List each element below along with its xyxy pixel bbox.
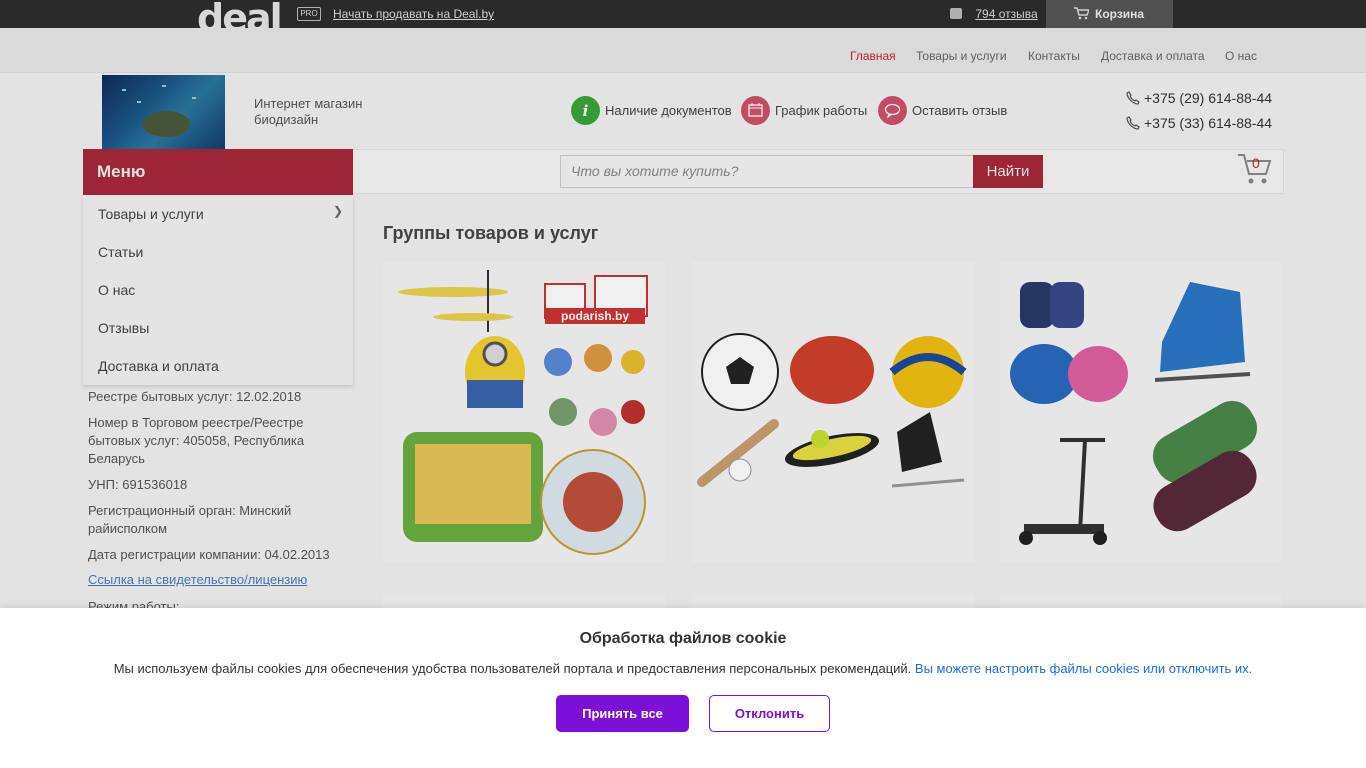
cookie-banner: Обработка файлов cookie Мы используем фа… xyxy=(0,608,1366,768)
phone-icon xyxy=(1126,91,1140,105)
toys-image: podarish.by xyxy=(398,270,648,555)
registration-date: Дата регистрации компании: 04.02.2013 xyxy=(88,547,330,562)
cookie-text: Мы используем файлы cookies для обеспече… xyxy=(0,661,1366,676)
menu-item-reviews[interactable]: Отзывы xyxy=(98,320,149,336)
mini-cart[interactable]: 0 xyxy=(1236,152,1272,186)
shop-name: Интернет магазин биодизайн xyxy=(254,96,363,127)
product-group-card-sports[interactable] xyxy=(692,262,975,562)
nav-contacts[interactable]: Контакты xyxy=(1028,49,1080,63)
fish-shape xyxy=(137,101,141,103)
phone-number: +375 (33) 614-88-44 xyxy=(1144,115,1273,131)
nav-about[interactable]: О нас xyxy=(1225,49,1257,63)
product-group-card[interactable] xyxy=(383,593,666,608)
skates-image xyxy=(1010,282,1258,545)
start-selling-link[interactable]: Начать продавать на Deal.by xyxy=(333,7,494,21)
podarish-brand-text: podarish.by xyxy=(561,309,629,323)
fish-shape xyxy=(122,89,126,91)
cookie-description: Мы используем файлы cookies для обеспече… xyxy=(113,661,912,676)
nav-delivery[interactable]: Доставка и оплата xyxy=(1101,49,1205,63)
product-group-card-toys[interactable]: podarish.by xyxy=(383,262,666,562)
reviews-link[interactable]: 794 отзыва xyxy=(975,7,1037,21)
search-input[interactable]: Что вы хотите купить? xyxy=(560,155,974,188)
shop-logo-image[interactable] xyxy=(102,75,225,149)
decline-button[interactable]: Отклонить xyxy=(709,695,830,732)
leave-review-link[interactable]: Оставить отзыв xyxy=(878,96,1007,126)
cart-icon xyxy=(1074,7,1089,20)
calendar-icon xyxy=(741,96,770,125)
cart-count: 0 xyxy=(1252,155,1260,171)
cookie-title: Обработка файлов cookie xyxy=(579,630,787,647)
cookie-settings-link[interactable]: Вы можете настроить файлы cookies или от… xyxy=(915,661,1252,676)
phone-number: +375 (29) 614-88-44 xyxy=(1144,90,1273,106)
pro-badge: PRO xyxy=(297,7,321,21)
unp: УНП: 691536018 xyxy=(88,477,188,492)
documents-link[interactable]: i Наличие документов xyxy=(571,96,732,126)
chevron-right-icon: ❯ xyxy=(333,204,344,218)
comment-icon xyxy=(950,8,962,19)
deal-logo[interactable]: deal xyxy=(197,0,281,28)
registry-number: Номер в Торговом реестре/Реестре бытовых… xyxy=(88,415,305,466)
search-button[interactable]: Найти xyxy=(973,155,1043,188)
fish-shape xyxy=(162,85,166,87)
info-icon: i xyxy=(571,96,600,125)
accept-all-button[interactable]: Принять все xyxy=(556,695,689,732)
main-nav: Главная Товары и услуги Контакты Доставк… xyxy=(0,28,1366,73)
product-group-card-skates[interactable] xyxy=(1000,262,1283,562)
registry-date: Реестре бытовых услуг: 12.02.2018 xyxy=(88,389,302,404)
license-link[interactable]: Ссылка на свидетельство/лицензию xyxy=(88,572,307,587)
nav-home[interactable]: Главная xyxy=(850,49,896,63)
menu-dropdown: Товары и услуги ❯ Статьи О нас Отзывы До… xyxy=(83,195,353,385)
cart-button[interactable]: Корзина xyxy=(1046,0,1173,28)
sports-image xyxy=(697,333,967,488)
menu-item-about[interactable]: О нас xyxy=(98,282,135,298)
top-bar: deal PRO Начать продавать на Deal.by 794… xyxy=(0,0,1366,28)
nav-products[interactable]: Товары и услуги xyxy=(916,49,1007,63)
product-group-card[interactable] xyxy=(692,593,975,608)
page-title: Группы товаров и услуг xyxy=(383,223,599,243)
menu-item-products[interactable]: Товары и услуги xyxy=(98,206,204,222)
fish-shape xyxy=(192,97,196,99)
turtle-shape xyxy=(142,111,190,137)
registration-authority: Регистрационный орган: Минский райисполк… xyxy=(88,503,292,536)
phone-icon xyxy=(1126,116,1140,130)
reviews-widget: 794 отзыва xyxy=(950,7,1038,21)
phone-1[interactable]: +375 (29) 614-88-44 xyxy=(1126,90,1272,106)
menu-toggle[interactable]: Меню xyxy=(83,149,353,195)
menu-item-delivery[interactable]: Доставка и оплата xyxy=(98,358,219,374)
phone-2[interactable]: +375 (33) 614-88-44 xyxy=(1126,115,1272,131)
schedule-link[interactable]: График работы xyxy=(741,96,867,126)
product-group-card[interactable] xyxy=(1000,593,1283,608)
comment-icon xyxy=(878,96,907,125)
menu-item-articles[interactable]: Статьи xyxy=(98,244,143,260)
svg-text:i: i xyxy=(583,102,589,120)
